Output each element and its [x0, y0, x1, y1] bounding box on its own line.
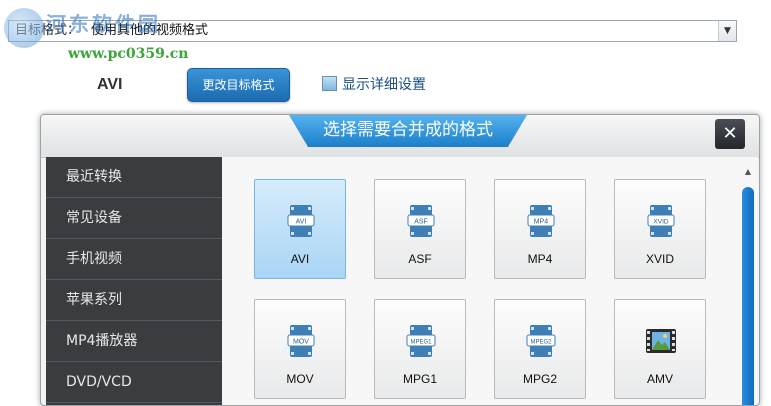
format-name: MOV — [286, 372, 314, 386]
sidebar-item-mp4-player[interactable]: MP4播放器 — [46, 321, 222, 362]
format-badge: ASF — [414, 219, 428, 226]
scroll-thumb[interactable] — [742, 187, 754, 405]
format-badge: MPEG2 — [530, 340, 552, 346]
film-strip-icon: MPEG1 — [406, 325, 436, 357]
sidebar-item-mobile-video[interactable]: 手机视频 — [46, 239, 222, 280]
dialog-title: 选择需要合并成的格式 — [289, 115, 527, 147]
format-grid: AVI AVI ASF ASF MP4 MP4 XVID XVID MOV MO… — [222, 157, 758, 405]
format-badge: MPEG1 — [410, 340, 432, 346]
format-tile-mpg1[interactable]: MPEG1 MPG1 — [374, 299, 466, 399]
format-name: MPG1 — [402, 372, 437, 386]
format-tile-asf[interactable]: ASF ASF — [374, 179, 466, 279]
show-details-label[interactable]: 显示详细设置 — [342, 74, 426, 94]
format-name: ASF — [408, 252, 432, 266]
sidebar-item-dvd-vcd[interactable]: DVD/VCD — [46, 362, 222, 403]
film-strip-icon: MPEG2 — [526, 325, 556, 357]
format-name: XVID — [645, 252, 674, 266]
watermark-logo-icon — [4, 8, 44, 48]
format-badge: MOV — [293, 339, 309, 346]
grid-scrollbar[interactable]: ▲ — [742, 167, 754, 405]
format-tile-mp4[interactable]: MP4 MP4 — [494, 179, 586, 279]
format-name: AVI — [290, 252, 310, 266]
film-strip-icon: AVI — [287, 205, 315, 237]
watermark-title: 河东软件园 — [46, 12, 161, 36]
format-tile-mpg2[interactable]: MPEG2 MPG2 — [494, 299, 586, 399]
format-badge: MP4 — [534, 219, 549, 226]
film-strip-icon: ASF — [407, 205, 435, 237]
format-tile-avi[interactable]: AVI AVI — [254, 179, 346, 279]
watermark-url: www.pc0359.cn — [68, 46, 189, 62]
format-name: AMV — [646, 372, 673, 386]
format-badge: XVID — [653, 219, 668, 226]
sidebar-item-apple[interactable]: 苹果系列 — [46, 280, 222, 321]
format-name: MPG2 — [522, 372, 557, 386]
format-tile-xvid[interactable]: XVID XVID — [614, 179, 706, 279]
chevron-down-icon[interactable]: ▼ — [718, 21, 736, 41]
current-format-label: AVI — [97, 76, 123, 93]
film-strip-icon: XVID — [647, 205, 675, 237]
close-icon[interactable]: ✕ — [715, 119, 745, 149]
category-sidebar: 最近转换 常见设备 手机视频 苹果系列 MP4播放器 DVD/VCD — [46, 157, 222, 405]
sidebar-item-recent[interactable]: 最近转换 — [46, 157, 222, 198]
format-badge: AVI — [296, 219, 307, 226]
dialog-header: 选择需要合并成的格式 ✕ — [41, 115, 759, 158]
format-select-dialog: 选择需要合并成的格式 ✕ 最近转换 常见设备 手机视频 苹果系列 MP4播放器 … — [40, 114, 760, 406]
film-landscape-icon — [646, 329, 676, 353]
format-tile-mov[interactable]: MOV MOV — [254, 299, 346, 399]
format-tile-amv[interactable]: AMV — [614, 299, 706, 399]
scroll-up-icon[interactable]: ▲ — [742, 167, 754, 177]
film-strip-icon: MP4 — [527, 205, 555, 237]
sidebar-item-devices[interactable]: 常见设备 — [46, 198, 222, 239]
show-details-checkbox[interactable] — [322, 76, 337, 91]
change-format-button[interactable]: 更改目标格式 — [187, 68, 290, 102]
film-strip-icon: MOV — [287, 325, 315, 357]
format-name: MP4 — [527, 252, 553, 266]
